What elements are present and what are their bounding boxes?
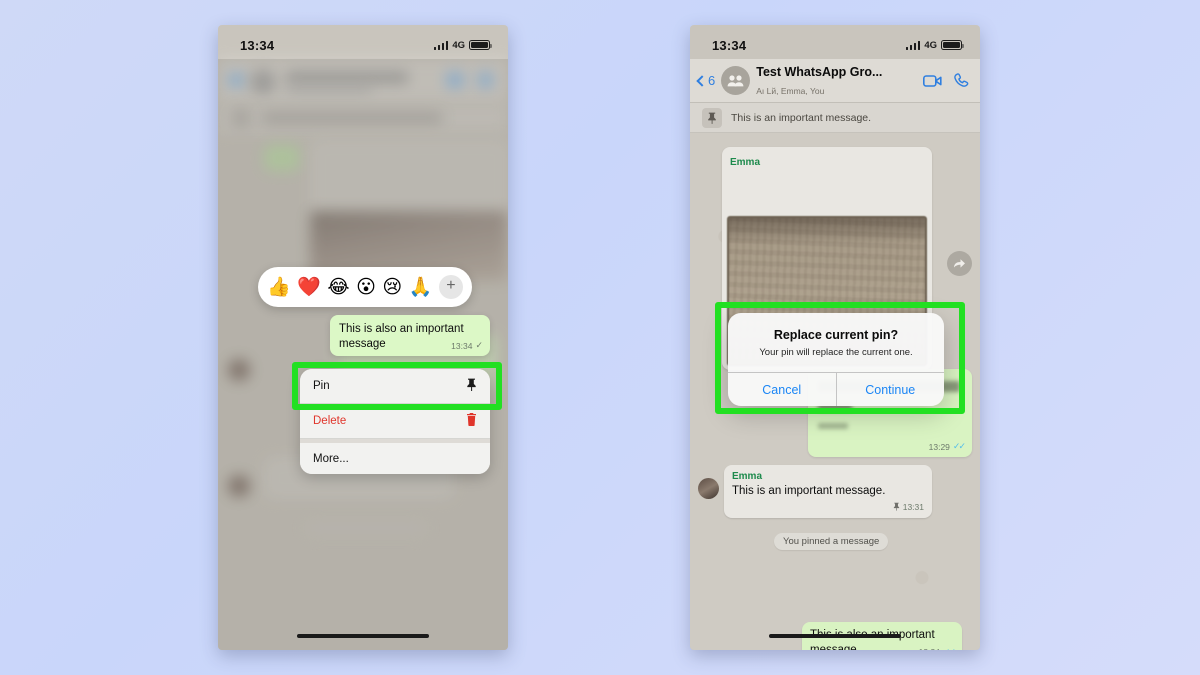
left-status-bar: 13:34 4G	[218, 25, 508, 59]
cancel-button[interactable]: Cancel	[728, 373, 836, 406]
message-meta: 13:31	[732, 500, 924, 514]
context-menu-label: Delete	[313, 415, 347, 427]
reaction-bar[interactable]: 👍 ❤️ 😂 😮 😢 🙏 +	[258, 267, 472, 307]
continue-button[interactable]: Continue	[835, 373, 945, 407]
video-call-icon[interactable]	[923, 74, 942, 88]
delivery-tick-icon: ✓✓	[952, 441, 966, 451]
chevron-left-icon	[696, 74, 708, 87]
message-sender-name: Emma	[732, 471, 763, 482]
pin-icon	[893, 500, 900, 514]
home-indicator	[769, 634, 901, 638]
pinned-message-bar[interactable]: This is an important message.	[690, 103, 980, 133]
reaction-heart-icon[interactable]: ❤️	[297, 277, 321, 297]
message-timestamp: 13:29	[928, 441, 950, 452]
context-menu-label: Pin	[313, 380, 330, 392]
reaction-cry-icon[interactable]: 😢	[382, 277, 402, 297]
avatar[interactable]	[698, 478, 719, 499]
system-message-text: You pinned a message	[783, 536, 880, 547]
message-meta: 13:29 ✓✓	[928, 441, 966, 452]
dialog-actions: Cancel Continue	[728, 372, 945, 407]
focused-message-bubble[interactable]: This is also an important message 13:34 …	[330, 315, 490, 357]
message-timestamp: 13:34	[451, 340, 473, 351]
network-type-label: 4G	[452, 39, 465, 51]
list-item[interactable]: Emma This is an important message. 13:31	[724, 465, 932, 519]
reaction-surprised-icon[interactable]: 😮	[356, 277, 376, 297]
message-timestamp: 13:34	[919, 647, 940, 650]
delivery-tick-icon: ✓✓	[943, 647, 956, 650]
context-menu-label: More...	[313, 452, 349, 465]
reaction-thumbsup-icon[interactable]: 👍	[267, 277, 291, 297]
unread-count-badge: 6	[708, 73, 716, 88]
reaction-pray-icon[interactable]: 🙏	[409, 277, 433, 297]
message-sender-name: Emma	[730, 157, 761, 168]
chat-participants: Aı Lй, Emma, You	[756, 85, 825, 96]
trash-icon	[466, 413, 477, 429]
chat-title-block[interactable]: Test WhatsApp Gro... Aı Lй, Emma, You	[756, 63, 917, 99]
context-menu-item-delete[interactable]: Delete	[300, 404, 490, 439]
right-phone-frame: 13:34 4G 6 Test WhatsApp Gro... Aı Lй, E…	[690, 25, 980, 650]
right-status-bar: 13:34 4G	[690, 25, 980, 59]
replace-pin-dialog[interactable]: Replace current pin? Your pin will repla…	[728, 313, 945, 407]
system-message: You pinned a message	[774, 533, 889, 550]
delivery-tick-icon: ✓	[475, 340, 482, 351]
reaction-laugh-icon[interactable]: 😂	[327, 277, 349, 297]
context-menu-item-pin[interactable]: Pin	[300, 369, 490, 404]
dialog-message: Your pin will replace the current one.	[759, 347, 913, 358]
status-time: 13:34	[712, 37, 747, 53]
status-time: 13:34	[240, 37, 275, 53]
status-indicators: 4G	[433, 39, 492, 51]
message-timestamp: 13:31	[902, 502, 924, 513]
forward-message-button[interactable]	[947, 251, 972, 276]
pin-icon	[466, 378, 477, 394]
cellular-signal-icon	[905, 40, 921, 50]
cellular-signal-icon	[433, 40, 449, 50]
left-phone-frame: 13:34 4G 👍 ❤️ 😂 😮 😢 🙏 + This is also an …	[218, 25, 508, 650]
left-phone-screen: 13:34 4G 👍 ❤️ 😂 😮 😢 🙏 + This is also an …	[218, 25, 508, 650]
pinned-message-text: This is an important message.	[731, 111, 872, 124]
group-avatar[interactable]	[721, 66, 751, 95]
pin-icon	[702, 107, 722, 128]
network-type-label: 4G	[924, 39, 937, 51]
dialog-title: Replace current pin?	[773, 328, 899, 342]
battery-icon	[469, 39, 492, 51]
battery-icon	[941, 39, 964, 51]
message-context-menu[interactable]: Pin Delete More...	[300, 369, 490, 474]
header-actions	[923, 72, 970, 89]
right-phone-screen: 13:34 4G 6 Test WhatsApp Gro... Aı Lй, E…	[690, 25, 980, 650]
reaction-more-button[interactable]: +	[438, 275, 463, 299]
voice-call-icon[interactable]	[954, 72, 970, 89]
home-indicator	[297, 634, 429, 638]
back-button[interactable]: 6	[696, 73, 716, 88]
chat-header: 6 Test WhatsApp Gro... Aı Lй, Emma, You	[690, 59, 980, 103]
dialog-body: Replace current pin? Your pin will repla…	[728, 313, 944, 372]
screenshot-stage: 13:34 4G 👍 ❤️ 😂 😮 😢 🙏 + This is also an …	[0, 0, 1200, 675]
chat-title: Test WhatsApp Gro...	[756, 64, 883, 79]
status-indicators: 4G	[905, 39, 964, 51]
message-text: This is an important message.	[732, 485, 886, 497]
context-menu-item-more[interactable]: More...	[300, 439, 490, 474]
